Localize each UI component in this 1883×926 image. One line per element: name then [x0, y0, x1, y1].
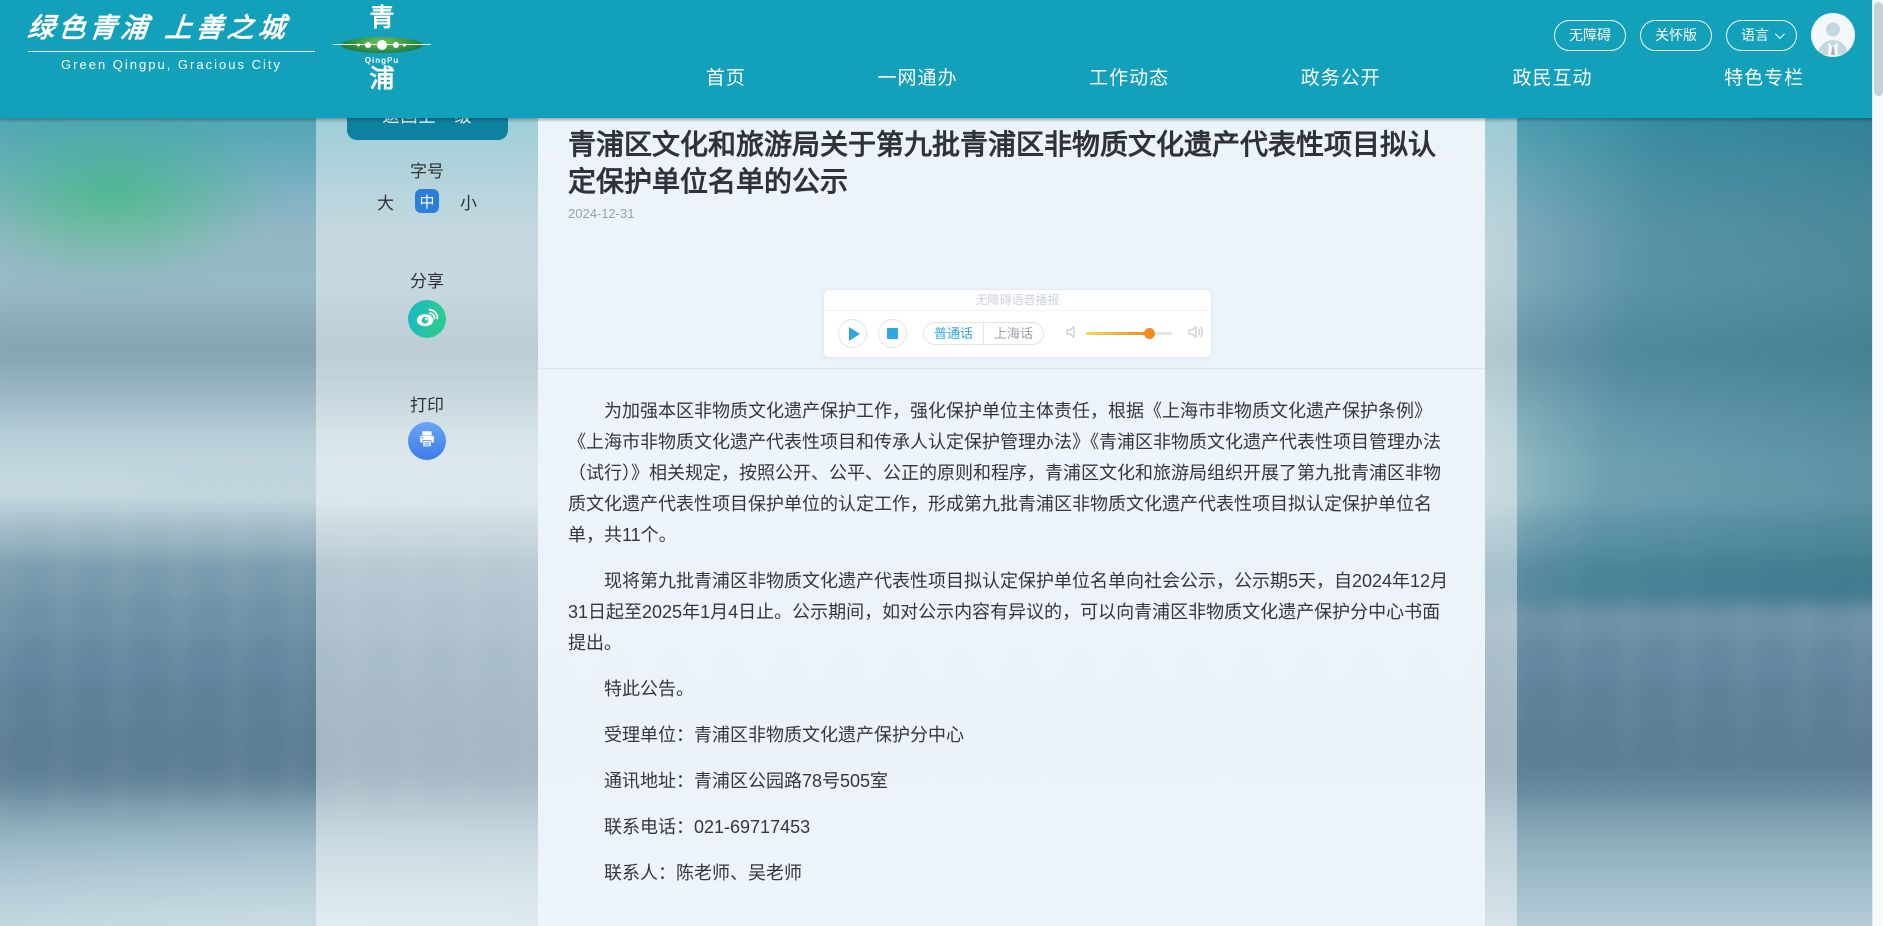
nav-item-work-news[interactable]: 工作动态: [1089, 63, 1169, 90]
logo-bottom-character: 浦: [336, 65, 428, 93]
font-size-label: 字号: [367, 157, 487, 182]
slogan-calligraphy: 绿色青浦 上善之城: [26, 6, 330, 45]
paragraph: 现将第九批青浦区非物质文化遗产代表性项目拟认定保护单位名单向社会公示，公示期5天…: [568, 566, 1458, 659]
volume-knob[interactable]: [1144, 328, 1155, 339]
weibo-icon: [414, 304, 440, 335]
play-button[interactable]: [838, 319, 867, 348]
language-dropdown[interactable]: 语言: [1726, 20, 1797, 51]
site-slogan: 绿色青浦 上善之城 Green Qingpu, Gracious City: [28, 6, 328, 72]
play-icon: [849, 327, 860, 341]
logo-english-name: QingPu: [336, 56, 428, 65]
accessibility-label: 无障碍: [1569, 21, 1611, 50]
font-size-small-button[interactable]: 小: [460, 189, 477, 214]
nav-item-public-interaction[interactable]: 政民互动: [1512, 63, 1592, 90]
share-weibo-button[interactable]: [408, 300, 446, 338]
volume-slider[interactable]: [1086, 332, 1172, 335]
qingpu-logo: 青 QingPu 浦: [336, 2, 428, 93]
printer-icon: [416, 428, 438, 455]
nav-item-one-stop-services[interactable]: 一网通办: [877, 63, 957, 90]
article-date: 2024-12-31: [568, 206, 635, 221]
volume-high-icon: [1187, 324, 1205, 345]
font-size-large-button[interactable]: 大: [377, 189, 394, 214]
volume-fill: [1086, 332, 1149, 335]
article-body: 为加强本区非物质文化遗产保护工作，强化保护单位主体责任，根据《上海市非物质文化遗…: [568, 396, 1458, 904]
language-label: 语言: [1741, 21, 1769, 50]
paragraph: 联系电话：021-69717453: [568, 812, 1458, 843]
care-version-button[interactable]: 关怀版: [1640, 20, 1712, 51]
nav-item-home[interactable]: 首页: [706, 63, 746, 90]
print-button[interactable]: [408, 422, 446, 460]
slogan-english: Green Qingpu, Gracious City: [28, 57, 315, 72]
audio-player-controls: 普通话 上海话: [824, 311, 1211, 356]
person-icon: [1811, 13, 1855, 57]
care-version-label: 关怀版: [1655, 21, 1697, 50]
site-header: 绿色青浦 上善之城 Green Qingpu, Gracious City 青 …: [0, 0, 1883, 118]
logo-top-character: 青: [336, 2, 428, 34]
article-card: 青浦区文化和旅游局关于第九批青浦区非物质文化遗产代表性项目拟认定保护单位名单的公…: [538, 118, 1485, 926]
print-label: 打印: [367, 391, 487, 416]
stop-button[interactable]: [878, 319, 907, 348]
language-option-mandarin[interactable]: 普通话: [924, 323, 983, 344]
stop-icon: [887, 328, 898, 339]
font-size-medium-button[interactable]: 中: [415, 189, 439, 213]
language-option-shanghainese[interactable]: 上海话: [983, 323, 1043, 344]
nav-item-government-affairs[interactable]: 政务公开: [1301, 63, 1381, 90]
logo-island-icon: [341, 37, 423, 53]
volume-low-icon: [1064, 324, 1080, 345]
scrollbar-thumb[interactable]: [1874, 2, 1883, 96]
share-label: 分享: [367, 267, 487, 292]
article-title: 青浦区文化和旅游局关于第九批青浦区非物质文化遗产代表性项目拟认定保护单位名单的公…: [568, 126, 1448, 200]
paragraph: 通讯地址：青浦区公园路78号505室: [568, 766, 1458, 797]
accessibility-button[interactable]: 无障碍: [1554, 20, 1626, 51]
user-avatar[interactable]: [1811, 13, 1855, 57]
language-toggle: 普通话 上海话: [923, 322, 1044, 345]
slogan-underline: [28, 51, 315, 52]
paragraph: 特此公告。: [568, 674, 1458, 705]
paragraph: 联系人：陈老师、吴老师: [568, 858, 1458, 889]
audio-player-title: 无障碍语音播报: [824, 290, 1211, 311]
audio-player: 无障碍语音播报 普通话 上海话: [823, 289, 1212, 358]
font-size-options: 大 中 小: [377, 189, 477, 213]
nav-item-special-columns[interactable]: 特色专栏: [1724, 63, 1804, 90]
chevron-down-icon: [1775, 29, 1785, 39]
header-tools: 无障碍 关怀版 语言: [1554, 13, 1855, 57]
scrollbar: [1872, 0, 1883, 926]
main-navigation: 首页 一网通办 工作动态 政务公开 政民互动 特色专栏: [640, 58, 1870, 94]
paragraph: 为加强本区非物质文化遗产保护工作，强化保护单位主体责任，根据《上海市非物质文化遗…: [568, 396, 1458, 551]
paragraph: 受理单位：青浦区非物质文化遗产保护分中心: [568, 720, 1458, 751]
section-divider: [538, 368, 1485, 369]
page-root: 返回上一级 字号 大 中 小 分享 打印: [0, 0, 1883, 926]
